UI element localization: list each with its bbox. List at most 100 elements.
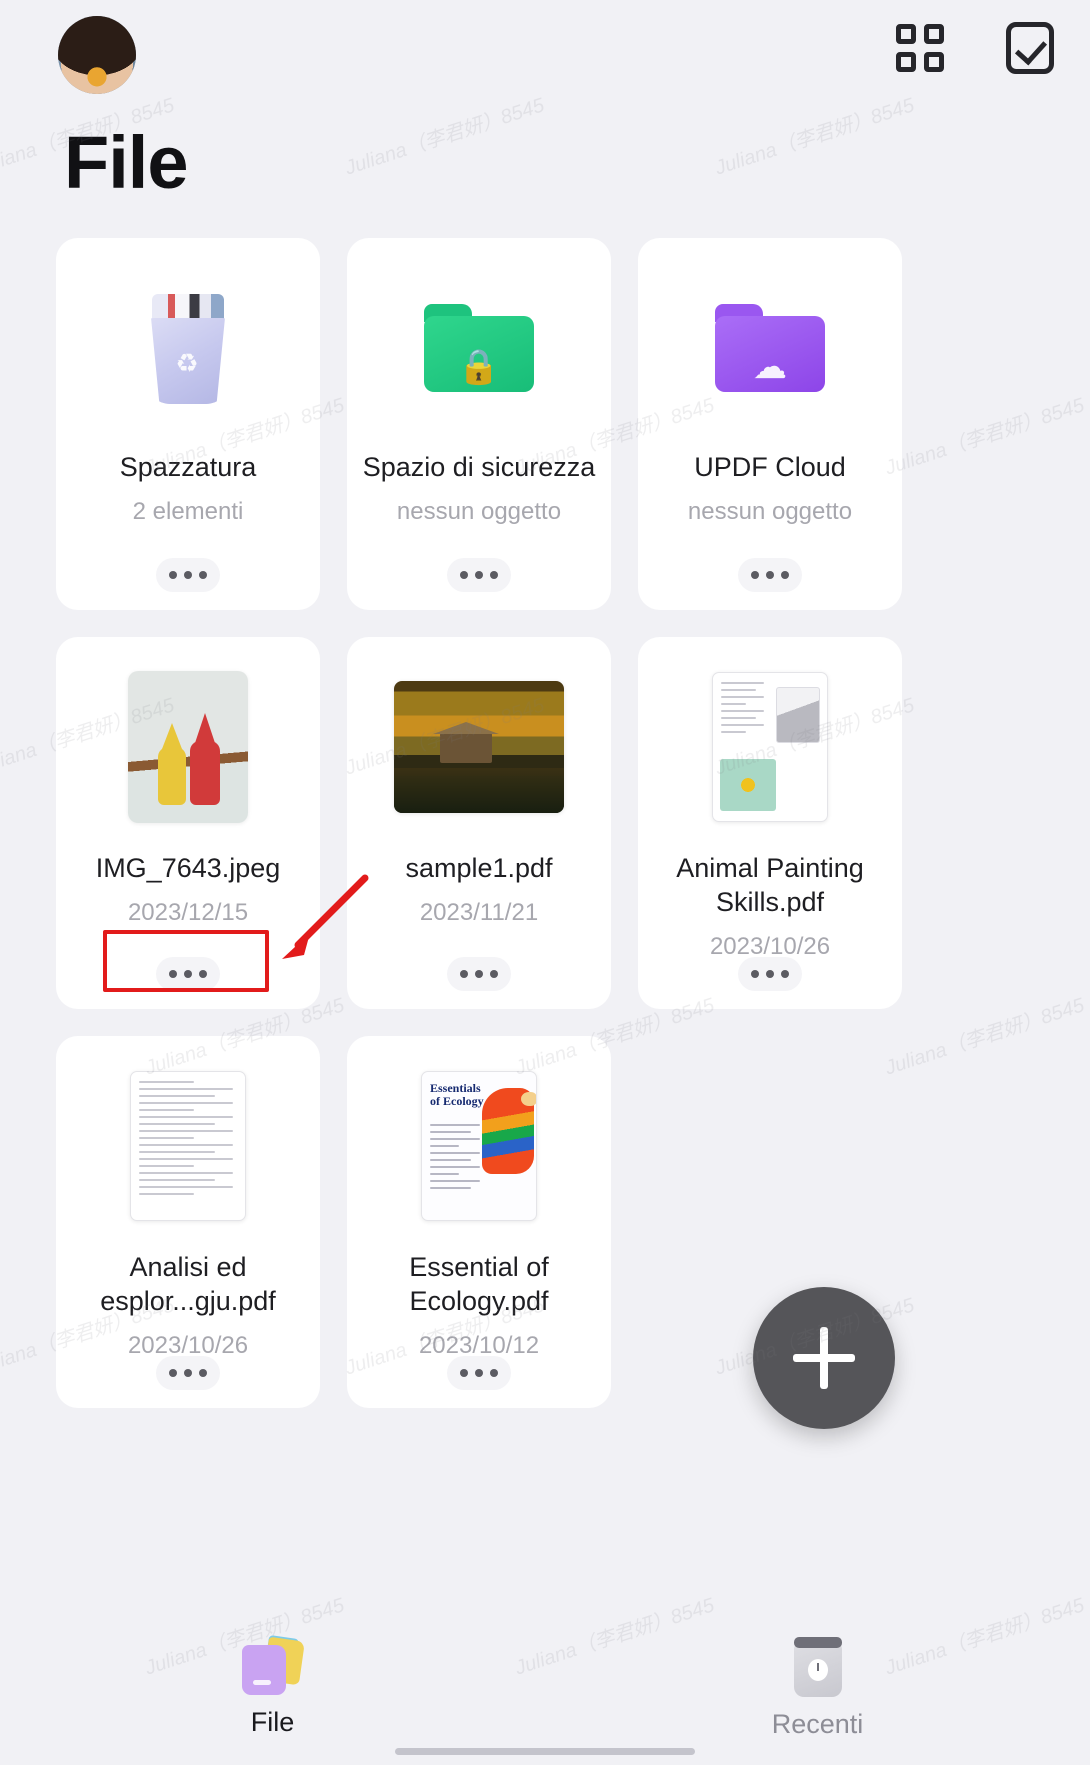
text-line	[721, 731, 747, 733]
grid-cell	[924, 24, 944, 44]
grid-cell	[896, 52, 916, 72]
file-card-essential-of-ecology[interactable]: Essentials of Ecology Essential of Ecolo…	[347, 1036, 611, 1408]
text-line	[139, 1137, 194, 1139]
thumbnail-area	[68, 663, 308, 831]
file-card-subtitle: 2 elementi	[132, 498, 244, 525]
cloud-folder-icon: ☁	[715, 304, 825, 392]
thumbnail-area: 🔒	[359, 264, 599, 432]
file-card-sample1[interactable]: sample1.pdf 2023/11/21	[347, 637, 611, 1009]
file-card-name: sample1.pdf	[405, 853, 553, 883]
text-line	[139, 1144, 234, 1146]
dot	[751, 970, 759, 978]
thumbnail-area	[359, 663, 599, 831]
text-line	[430, 1138, 480, 1140]
dot	[199, 1369, 207, 1377]
file-card-img-7643[interactable]: IMG_7643.jpeg 2023/12/15	[56, 637, 320, 1009]
image-thumbnail-autumn	[394, 681, 564, 813]
file-card-subtitle: nessun oggetto	[396, 498, 562, 525]
thumbnail-area	[68, 1062, 308, 1230]
document-thumbnail-animal	[712, 672, 828, 822]
more-options-button[interactable]	[447, 558, 511, 592]
ecology-title-line1: Essentials	[430, 1081, 481, 1095]
text-line	[430, 1166, 480, 1168]
bottom-navigation: File Recenti	[0, 1615, 1090, 1765]
text-line	[430, 1152, 480, 1154]
dot	[490, 571, 498, 579]
dot	[169, 970, 177, 978]
text-line	[139, 1158, 234, 1160]
flower-photo	[720, 759, 776, 811]
text-line	[430, 1159, 471, 1161]
text-line	[139, 1109, 194, 1111]
text-line	[139, 1102, 234, 1104]
dot	[475, 970, 483, 978]
avatar[interactable]	[58, 16, 136, 94]
dot	[766, 571, 774, 579]
more-options-button[interactable]	[447, 957, 511, 991]
file-card-spazzatura[interactable]: ♻ Spazzatura 2 elementi	[56, 238, 320, 610]
file-card-animal-painting-skills[interactable]: Animal Painting Skills.pdf 2023/10/26	[638, 637, 902, 1009]
grid-cell	[924, 52, 944, 72]
header-actions	[896, 22, 1054, 74]
dot	[490, 970, 498, 978]
text-line	[139, 1165, 194, 1167]
secure-folder-icon: 🔒	[424, 304, 534, 392]
file-card-name: UPDF Cloud	[694, 452, 846, 482]
more-options-button[interactable]	[156, 558, 220, 592]
select-mode-button[interactable]	[1006, 22, 1054, 74]
dog-sketch	[776, 687, 820, 743]
document-thumbnail-ecology: Essentials of Ecology	[421, 1071, 537, 1221]
text-line	[139, 1179, 216, 1181]
file-card-spazio-di-sicurezza[interactable]: 🔒 Spazio di sicurezza nessun oggetto	[347, 238, 611, 610]
dot	[184, 571, 192, 579]
cat-red	[190, 713, 220, 805]
grid-view-button[interactable]	[896, 24, 944, 72]
nav-item-recenti[interactable]: Recenti	[545, 1637, 1090, 1740]
file-card-name: Essential of Ecology.pdf	[409, 1252, 549, 1316]
image-thumbnail-cats	[128, 671, 248, 823]
dot	[199, 970, 207, 978]
nav-item-label: File	[250, 1707, 295, 1737]
dot	[460, 571, 468, 579]
dot	[169, 571, 177, 579]
trash-bin-icon: ♻	[136, 292, 240, 404]
dot	[460, 970, 468, 978]
more-options-button[interactable]	[738, 957, 802, 991]
text-line	[139, 1116, 234, 1118]
dot	[781, 970, 789, 978]
more-options-button[interactable]	[738, 558, 802, 592]
text-line	[721, 717, 757, 719]
text-line	[139, 1123, 216, 1125]
file-card-name: Analisi ed esplor...gju.pdf	[100, 1252, 276, 1316]
more-options-button[interactable]	[447, 1356, 511, 1390]
file-card-name: Spazio di sicurezza	[362, 452, 596, 482]
dot	[184, 1369, 192, 1377]
dot	[184, 970, 192, 978]
app-header: File	[0, 0, 1090, 204]
folder-front	[241, 1645, 286, 1695]
text-line	[721, 696, 765, 698]
dot	[490, 1369, 498, 1377]
file-card-updf-cloud[interactable]: ☁ UPDF Cloud nessun oggetto	[638, 238, 902, 610]
clock-icon	[790, 1637, 846, 1697]
file-card-name: Spazzatura	[119, 452, 257, 482]
lock-icon: 🔒	[457, 348, 501, 386]
clock-dial	[807, 1659, 828, 1681]
more-options-button[interactable]	[156, 1356, 220, 1390]
nav-item-file[interactable]: File	[0, 1634, 545, 1738]
thumbnail-area	[650, 663, 890, 831]
text-line	[139, 1095, 216, 1097]
add-file-button[interactable]	[753, 1287, 895, 1429]
thumbnail-area: Essentials of Ecology	[359, 1062, 599, 1230]
more-options-button-img-7643[interactable]	[156, 957, 220, 991]
text-line	[721, 682, 765, 684]
file-card-subtitle: nessun oggetto	[687, 498, 853, 525]
cat-yellow	[158, 723, 186, 805]
file-card-name: Animal Painting Skills.pdf	[676, 853, 864, 917]
text-line	[721, 724, 765, 726]
dot	[169, 1369, 177, 1377]
file-card-analisi-ed-esplorazione[interactable]: Analisi ed esplor...gju.pdf 2023/10/26	[56, 1036, 320, 1408]
page-title: File	[64, 121, 188, 204]
select-all-check-icon	[1006, 22, 1054, 74]
clock-lid	[793, 1637, 842, 1648]
